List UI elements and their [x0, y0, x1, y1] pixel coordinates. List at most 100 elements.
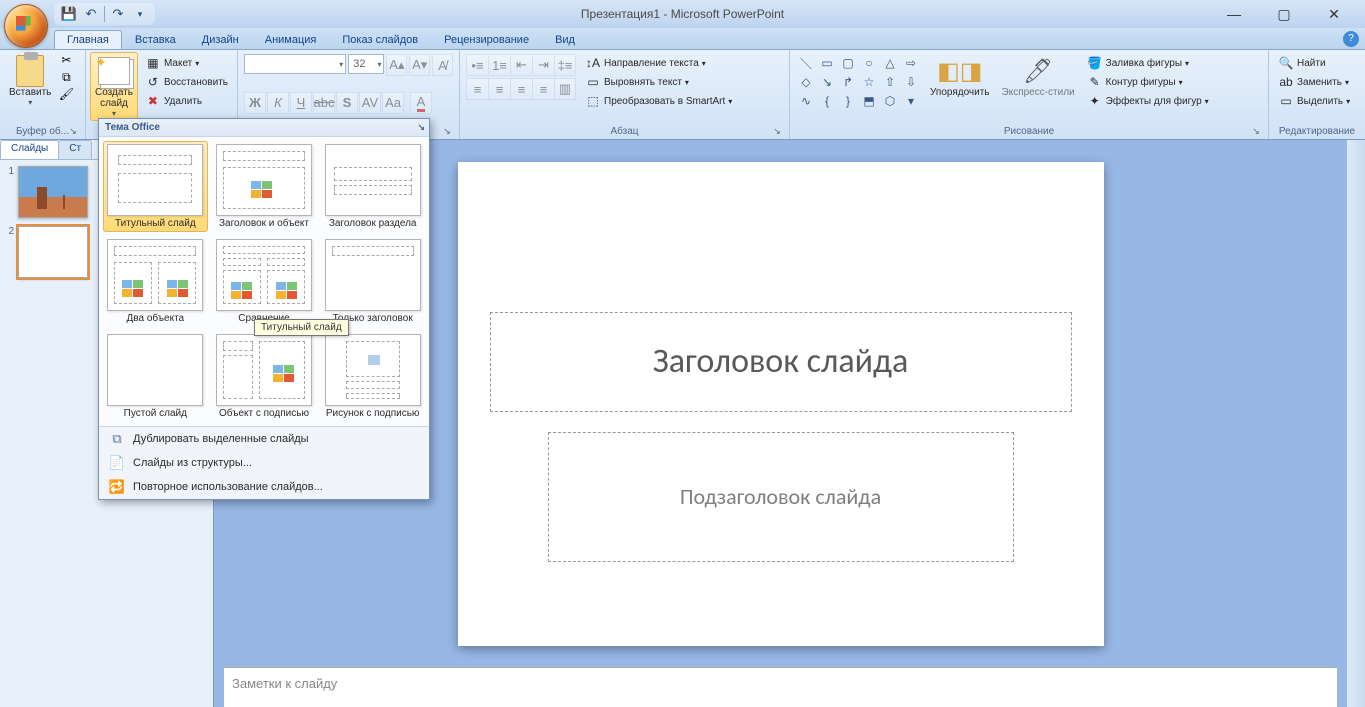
layout-two-content[interactable]: Два объекта [103, 236, 208, 327]
layout-title-content[interactable]: Заголовок и объект [212, 141, 317, 232]
justify-icon[interactable]: ≡ [532, 78, 554, 100]
launcher-icon[interactable]: ↘ [771, 126, 783, 138]
columns-icon[interactable]: ▥ [554, 78, 576, 100]
launcher-icon[interactable]: ↘ [417, 122, 425, 133]
slide-canvas[interactable]: Заголовок слайда Подзаголовок слайда [458, 162, 1104, 646]
font-family-combo[interactable]: ▾ [244, 54, 346, 74]
shape-outline-button[interactable]: ✎Контур фигуры▾ [1082, 73, 1214, 91]
copy-icon[interactable]: ⧉ [58, 69, 74, 85]
shape-diamond-icon[interactable]: ◇ [796, 73, 816, 91]
launcher-icon[interactable]: ↘ [67, 126, 79, 138]
minimize-button[interactable]: — [1219, 4, 1249, 24]
tab-animation[interactable]: Анимация [252, 30, 330, 49]
help-icon[interactable]: ? [1343, 31, 1359, 47]
align-left-icon[interactable]: ≡ [466, 78, 488, 100]
strike-icon[interactable]: abc [313, 92, 335, 114]
save-icon[interactable]: 💾 [60, 5, 78, 23]
shape-hex-icon[interactable]: ⬡ [880, 92, 900, 110]
qat-dropdown-icon[interactable]: ▾ [131, 5, 149, 23]
smartart-buttonvain[interactable]: ⬚Преобразовать в SmartArt▾ [580, 92, 737, 110]
thumbnail-slide[interactable] [18, 226, 88, 278]
reset-button[interactable]: ↺Восстановить [140, 73, 233, 91]
vertical-scrollbar[interactable] [1347, 140, 1365, 707]
tab-slideshow[interactable]: Показ слайдов [329, 30, 431, 49]
thumbnail-slide[interactable] [18, 166, 88, 218]
layout-section-header[interactable]: Заголовок раздела [320, 141, 425, 232]
redo-icon[interactable]: ↷ [109, 5, 127, 23]
arrange-button[interactable]: ◧◨ Упорядочить [925, 52, 995, 101]
launcher-icon[interactable]: ↘ [441, 126, 453, 138]
layout-title-slide[interactable]: Титульный слайд [103, 141, 208, 232]
shape-curve-icon[interactable]: ∿ [796, 92, 816, 110]
tab-slides[interactable]: Слайды [0, 140, 59, 159]
bold-icon[interactable]: Ж [244, 92, 266, 114]
tab-insert[interactable]: Вставка [122, 30, 189, 49]
shape-line-icon[interactable]: ＼ [796, 54, 816, 72]
grow-font-icon[interactable]: A▴ [386, 54, 407, 76]
layout-button[interactable]: ▦Макет▾ [140, 54, 233, 72]
slides-from-outline-item[interactable]: 📄Слайды из структуры... [99, 451, 429, 475]
notes-pane[interactable]: Заметки к слайду [224, 667, 1337, 707]
shape-round-icon[interactable]: ▢ [838, 54, 858, 72]
maximize-button[interactable]: ▢ [1269, 4, 1299, 24]
clear-format-icon[interactable]: A̸ [432, 54, 453, 76]
align-right-icon[interactable]: ≡ [510, 78, 532, 100]
layout-blank[interactable]: Пустой слайд [103, 331, 208, 422]
reuse-slides-item[interactable]: 🔁Повторное использование слайдов... [99, 475, 429, 499]
quick-styles-button[interactable]: 🖊 Экспресс-стили [997, 52, 1080, 101]
duplicate-slides-item[interactable]: ⧉Дублировать выделенные слайды [99, 427, 429, 451]
numbering-icon[interactable]: 1≡ [488, 54, 510, 76]
tab-outline[interactable]: Ст [58, 140, 92, 159]
layout-content-caption[interactable]: Объект с подписью [212, 331, 317, 422]
new-slide-button[interactable]: Создать слайд ▾ [90, 52, 138, 121]
shape-arrow2-icon[interactable]: ⇧ [880, 73, 900, 91]
indent-inc-icon[interactable]: ⇥ [532, 54, 554, 76]
subtitle-placeholder[interactable]: Подзаголовок слайда [548, 432, 1014, 562]
indent-dec-icon[interactable]: ⇤ [510, 54, 532, 76]
paste-button[interactable]: Вставить ▾ [4, 52, 56, 110]
shape-triangle-icon[interactable]: △ [880, 54, 900, 72]
replace-button[interactable]: abЗаменить▾ [1273, 73, 1355, 91]
shape-rect-icon[interactable]: ▭ [817, 54, 837, 72]
underline-icon[interactable]: Ч [290, 92, 312, 114]
font-color-icon[interactable]: A [410, 92, 432, 114]
text-direction-button[interactable]: ↕AНаправление текста▾ [580, 54, 737, 72]
tab-view[interactable]: Вид [542, 30, 588, 49]
shape-connector-icon[interactable]: ↱ [838, 73, 858, 91]
font-size-combo[interactable]: 32▾ [348, 54, 384, 74]
launcher-icon[interactable]: ↘ [1250, 126, 1262, 138]
case-icon[interactable]: Aa [382, 92, 404, 114]
layout-title-only[interactable]: Только заголовок [320, 236, 425, 327]
layout-picture-caption[interactable]: Рисунок с подписью [320, 331, 425, 422]
shape-brace-icon[interactable]: { [817, 92, 837, 110]
shape-line2-icon[interactable]: ↘ [817, 73, 837, 91]
shape-arrow-icon[interactable]: ⇨ [901, 54, 921, 72]
shape-effects-button[interactable]: ✦Эффекты для фигур▾ [1082, 92, 1214, 110]
shape-brace2-icon[interactable]: } [838, 92, 858, 110]
tab-review[interactable]: Рецензирование [431, 30, 542, 49]
shape-expand-icon[interactable]: ▾ [901, 92, 921, 110]
tab-design[interactable]: Дизайн [189, 30, 252, 49]
line-spacing-icon[interactable]: ‡≡ [554, 54, 576, 76]
align-text-button[interactable]: ▭Выровнять текст▾ [580, 73, 737, 91]
office-button[interactable] [4, 4, 48, 48]
shadow-icon[interactable]: S [336, 92, 358, 114]
shape-oval-icon[interactable]: ○ [859, 54, 879, 72]
find-button[interactable]: 🔍Найти [1273, 54, 1355, 72]
shape-more-icon[interactable]: ⇩ [901, 73, 921, 91]
delete-button[interactable]: ✖Удалить [140, 92, 233, 110]
close-button[interactable]: ✕ [1319, 4, 1349, 24]
shape-callout-icon[interactable]: ⬒ [859, 92, 879, 110]
format-painter-icon[interactable]: 🖌 [58, 86, 74, 102]
cut-icon[interactable]: ✂ [58, 52, 74, 68]
undo-icon[interactable]: ↶ [82, 5, 100, 23]
spacing-icon[interactable]: AV [359, 92, 381, 114]
align-center-icon[interactable]: ≡ [488, 78, 510, 100]
shapes-gallery[interactable]: ＼ ▭ ▢ ○ △ ⇨ ◇ ↘ ↱ ☆ ⇧ ⇩ ∿ { } ⬒ ⬡ ▾ [794, 52, 923, 112]
shape-fill-button[interactable]: 🪣Заливка фигуры▾ [1082, 54, 1214, 72]
tab-home[interactable]: Главная [54, 30, 122, 49]
layout-comparison[interactable]: Сравнение [212, 236, 317, 327]
shape-star-icon[interactable]: ☆ [859, 73, 879, 91]
italic-icon[interactable]: К [267, 92, 289, 114]
select-button[interactable]: ▭Выделить▾ [1273, 92, 1355, 110]
